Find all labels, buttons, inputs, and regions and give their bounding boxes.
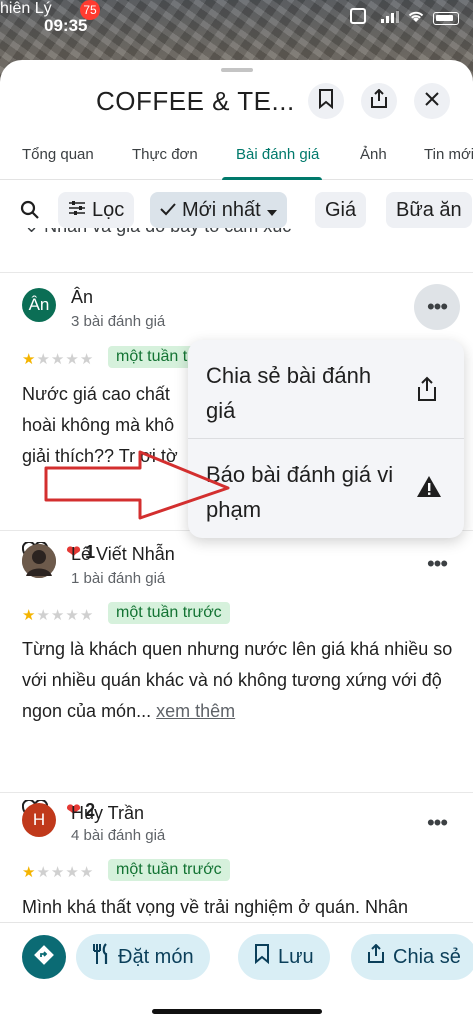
home-indicator xyxy=(152,1009,322,1014)
share-place-button[interactable] xyxy=(361,83,397,119)
share-button[interactable]: Chia sẻ xyxy=(351,934,473,980)
reviewer-name[interactable]: Ân xyxy=(71,287,93,308)
annotation-arrow-icon xyxy=(44,450,230,520)
review-options-button[interactable]: ••• xyxy=(414,284,460,330)
more-horiz-icon: ••• xyxy=(426,810,448,835)
save-place-button[interactable] xyxy=(308,83,344,119)
review-options-button[interactable]: ••• xyxy=(425,551,449,576)
review-options-button[interactable]: ••• xyxy=(425,810,449,835)
review-date: một tuần trước xyxy=(108,859,230,881)
tab-updates[interactable]: Tin mới xyxy=(424,146,473,163)
share-icon xyxy=(416,376,442,402)
fragment-text: Nhân và giá do bày tỏ cảm xúc xyxy=(44,228,291,236)
bookmark-icon xyxy=(254,944,270,970)
reviewer-review-count: 4 bài đánh giá xyxy=(71,827,166,844)
divider xyxy=(0,792,473,793)
tab-overview[interactable]: Tổng quan xyxy=(22,146,94,163)
previous-review-fragment: ⌄ Nhân và giá do bày tỏ cảm xúc xyxy=(24,228,291,250)
review-text: Từng là khách quen nhưng nước lên giá kh… xyxy=(22,634,454,727)
more-horiz-icon: ••• xyxy=(426,294,448,319)
share-icon xyxy=(367,943,385,970)
location-badge: 75 xyxy=(80,0,100,20)
order-button-label: Đặt món xyxy=(118,945,194,968)
place-title: COFFEE & TE... xyxy=(96,86,295,116)
review-date: một tuần trước xyxy=(108,602,230,624)
restaurant-icon xyxy=(92,943,110,971)
tab-menu[interactable]: Thực đơn xyxy=(132,146,198,163)
directions-icon xyxy=(33,944,55,971)
tab-reviews[interactable]: Bài đánh giá xyxy=(236,146,319,163)
menu-item-label: Chia sẻ bài đánh giá xyxy=(206,363,372,423)
reviewer-name[interactable]: Lê Viết Nhẫn xyxy=(71,544,175,565)
close-button[interactable] xyxy=(414,83,450,119)
more-horiz-icon: ••• xyxy=(426,551,448,576)
star-rating: ★ ★ ★ ★ ★ xyxy=(22,864,94,881)
sort-newest-chip[interactable]: Mới nhất xyxy=(150,192,287,228)
place-sheet: COFFEE & TE... Tổng quan Thực đơn Bài đá… xyxy=(0,60,473,1024)
tune-icon xyxy=(68,199,86,222)
battery-icon xyxy=(433,11,459,25)
close-icon xyxy=(425,91,439,111)
wifi-icon xyxy=(407,10,425,26)
price-chip-label: Giá xyxy=(325,198,357,221)
bus-icon xyxy=(350,8,366,24)
tab-bar: Tổng quan Thực đơn Bài đánh giá Ảnh Tin … xyxy=(0,140,473,180)
review-filters: Lọc Mới nhất Giá Bữa ăn xyxy=(0,192,473,232)
meal-chip-label: Bữa ăn xyxy=(396,198,462,221)
warning-icon xyxy=(416,475,442,501)
divider xyxy=(0,272,473,273)
active-tab-indicator xyxy=(222,177,322,180)
share-icon xyxy=(370,88,388,114)
star-rating: ★ ★ ★ ★ ★ xyxy=(22,351,94,368)
menu-item-share-review[interactable]: Chia sẻ bài đánh giá xyxy=(188,340,464,438)
reviewer-review-count: 3 bài đánh giá xyxy=(71,313,166,330)
see-more-link[interactable]: xem thêm xyxy=(156,701,235,721)
dropdown-arrow-icon xyxy=(266,199,277,222)
search-icon[interactable] xyxy=(20,200,40,225)
status-time: 09:35 xyxy=(44,16,88,35)
avatar[interactable]: H xyxy=(22,803,56,837)
sheet-drag-handle[interactable] xyxy=(220,68,253,72)
filter-chip[interactable]: Lọc xyxy=(58,192,135,228)
review-body: Từng là khách quen nhưng nước lên giá kh… xyxy=(22,639,453,721)
review-text: Mình khá thất vọng về trải nghiệm ở quán… xyxy=(22,897,409,917)
directions-button[interactable] xyxy=(22,935,66,979)
tab-photos[interactable]: Ảnh xyxy=(360,146,387,163)
save-button[interactable]: Lưu xyxy=(238,934,330,980)
status-bar: hiên Lý 09:35 75 xyxy=(0,0,473,44)
filter-chip-label: Lọc xyxy=(92,198,125,221)
bookmark-icon xyxy=(318,88,334,114)
reviewer-review-count: 1 bài đánh giá xyxy=(71,570,166,587)
order-button[interactable]: Đặt món xyxy=(76,934,210,980)
avatar[interactable]: Ân xyxy=(22,288,56,322)
save-button-label: Lưu xyxy=(278,945,314,968)
share-button-label: Chia sẻ xyxy=(393,945,461,968)
check-icon xyxy=(160,199,176,222)
sort-chip-label: Mới nhất xyxy=(182,198,261,221)
star-rating: ★ ★ ★ ★ ★ xyxy=(22,607,94,624)
bottom-action-bar: Đặt món Lưu Chia sẻ xyxy=(0,922,473,1024)
avatar[interactable] xyxy=(22,544,56,578)
price-chip[interactable]: Giá xyxy=(315,192,367,228)
status-icons xyxy=(381,10,459,26)
meal-chip[interactable]: Bữa ăn xyxy=(386,192,472,228)
signal-icon xyxy=(381,10,399,26)
reviewer-name[interactable]: Huy Trần xyxy=(71,803,144,824)
